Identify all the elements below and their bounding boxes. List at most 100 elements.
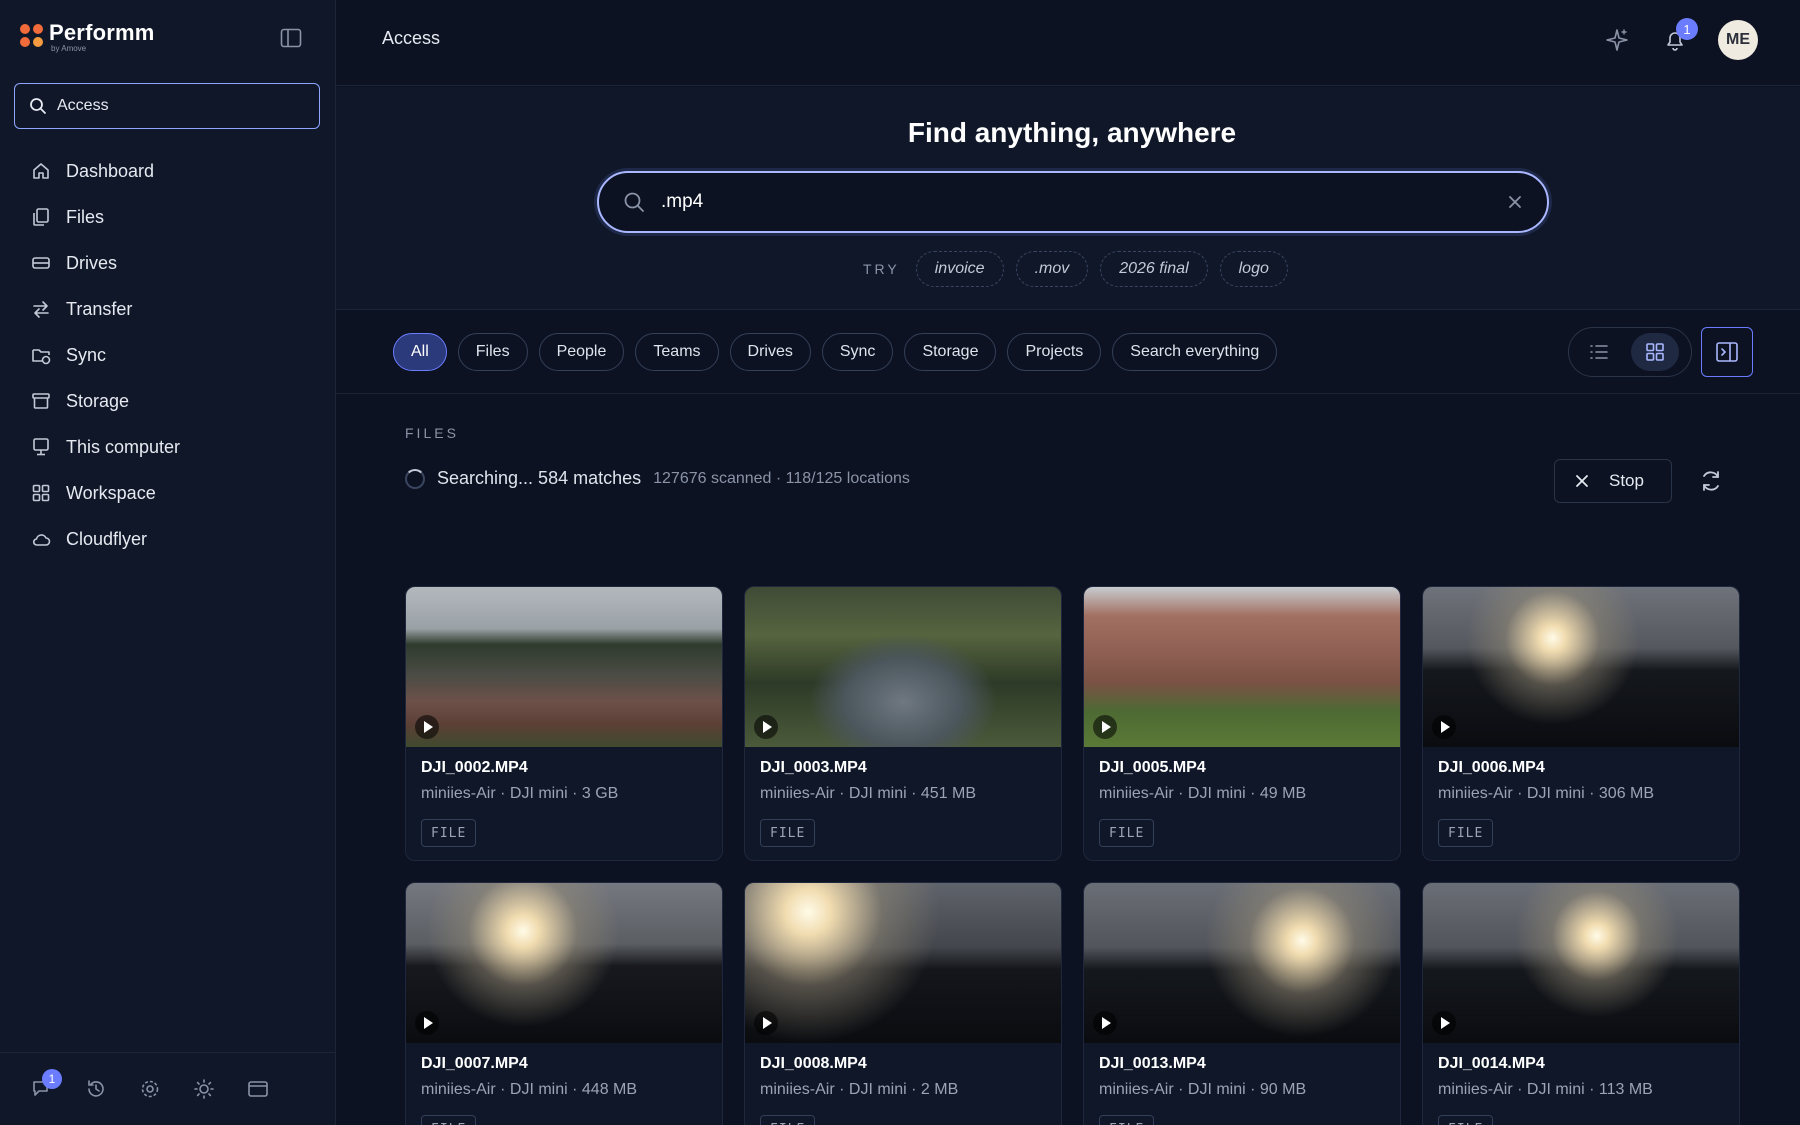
top-bar: Access 1 ME [336, 0, 1800, 86]
sidebar-item-transfer[interactable]: Transfer [14, 286, 320, 332]
filter-pill-people[interactable]: People [538, 333, 625, 371]
sidebar-search-input[interactable] [57, 97, 297, 115]
sidebar-item-cloudflyer[interactable]: Cloudflyer [14, 516, 320, 562]
video-thumbnail [1084, 587, 1400, 747]
sync-folder-icon [30, 344, 52, 366]
files-section-label: FILES [405, 425, 459, 441]
sidebar-item-files[interactable]: Files [14, 194, 320, 240]
sidebar-item-drives[interactable]: Drives [14, 240, 320, 286]
transfer-icon [30, 298, 52, 320]
try-label: TRY [863, 261, 900, 277]
sidebar-item-storage[interactable]: Storage [14, 378, 320, 424]
filter-pill-teams[interactable]: Teams [635, 333, 719, 371]
cloud-icon [30, 528, 52, 550]
sidebar-item-label: Files [66, 206, 105, 227]
play-icon[interactable] [1093, 1011, 1117, 1035]
search-icon [30, 98, 46, 114]
search-suggestions: TRY invoice .mov 2026 final logo [863, 251, 1288, 287]
suggestion-chip[interactable]: invoice [915, 251, 1004, 287]
file-name: DJI_0008.MP4 [760, 1055, 867, 1072]
sidebar-item-label: Storage [66, 390, 130, 411]
suggestion-chip[interactable]: .mov [1015, 251, 1089, 287]
grid-view-icon[interactable] [1631, 333, 1679, 371]
performm-logo-icon [20, 24, 44, 50]
play-icon[interactable] [1432, 715, 1456, 739]
details-panel-icon[interactable] [1701, 327, 1753, 377]
sidebar-item-label: Drives [66, 252, 118, 273]
play-icon[interactable] [415, 715, 439, 739]
sidebar-item-sync[interactable]: Sync [14, 332, 320, 378]
play-icon[interactable] [415, 1011, 439, 1035]
play-icon[interactable] [754, 1011, 778, 1035]
files-icon [30, 206, 52, 228]
file-meta: miniies-Air · DJI mini · 90 MB [1099, 1081, 1307, 1098]
search-status: Searching... 584 matches 127676 scanned … [405, 468, 910, 489]
app-logo[interactable]: Performm by Amove [20, 22, 155, 53]
video-thumbnail [745, 587, 1061, 747]
video-thumbnail [1423, 587, 1739, 747]
search-status-text: Searching... 584 matches [437, 468, 642, 488]
filter-pill-sync[interactable]: Sync [821, 333, 894, 371]
filter-pill-files[interactable]: Files [457, 333, 528, 371]
refresh-icon[interactable] [1698, 468, 1724, 494]
file-card[interactable]: DJI_0005.MP4 miniies-Air · DJI mini · 49… [1083, 586, 1401, 861]
settings-gear-icon[interactable] [138, 1077, 162, 1101]
chat-badge: 1 [42, 1069, 62, 1089]
file-card[interactable]: DJI_0007.MP4 miniies-Air · DJI mini · 44… [405, 882, 723, 1125]
sidebar-toggle-icon[interactable] [279, 27, 303, 49]
sidebar-item-label: Workspace [66, 482, 156, 503]
file-meta: miniies-Air · DJI mini · 113 MB [1438, 1081, 1653, 1098]
video-thumbnail [1084, 883, 1400, 1043]
filter-pill-storage[interactable]: Storage [904, 333, 997, 371]
file-meta: miniies-Air · DJI mini · 2 MB [760, 1081, 959, 1098]
file-card[interactable]: DJI_0002.MP4 miniies-Air · DJI mini · 3 … [405, 586, 723, 861]
chat-icon[interactable]: 1 [30, 1069, 62, 1101]
stop-search-button[interactable]: Stop [1554, 459, 1672, 503]
avatar[interactable]: ME [1718, 20, 1758, 60]
global-search-input[interactable] [661, 191, 1481, 213]
filter-pills: All Files People Teams Drives Sync Stora… [393, 333, 1278, 371]
suggestion-chip[interactable]: 2026 final [1100, 251, 1208, 287]
sidebar-item-label: This computer [66, 436, 181, 457]
play-icon[interactable] [754, 715, 778, 739]
ai-sparkle-icon[interactable] [1604, 27, 1630, 53]
filter-pill-all[interactable]: All [393, 333, 447, 371]
sidebar-search-field[interactable] [14, 83, 320, 129]
file-card[interactable]: DJI_0013.MP4 miniies-Air · DJI mini · 90… [1083, 882, 1401, 1125]
video-thumbnail [406, 883, 722, 1043]
file-card[interactable]: DJI_0003.MP4 miniies-Air · DJI mini · 45… [744, 586, 1062, 861]
sidebar-item-label: Dashboard [66, 160, 155, 181]
file-name: DJI_0003.MP4 [760, 759, 867, 776]
file-type-badge: FILE [1099, 819, 1155, 847]
sidebar-item-dashboard[interactable]: Dashboard [14, 148, 320, 194]
clear-search-icon[interactable] [1505, 192, 1525, 212]
window-icon[interactable] [246, 1077, 270, 1101]
theme-sun-icon[interactable] [192, 1077, 216, 1101]
file-card[interactable]: DJI_0014.MP4 miniies-Air · DJI mini · 11… [1422, 882, 1740, 1125]
filter-pill-projects[interactable]: Projects [1007, 333, 1102, 371]
notification-badge: 1 [1676, 18, 1698, 40]
file-card[interactable]: DJI_0008.MP4 miniies-Air · DJI mini · 2 … [744, 882, 1062, 1125]
sidebar-footer: 1 [0, 1052, 336, 1125]
suggestion-chip[interactable]: logo [1219, 251, 1288, 287]
sidebar-item-workspace[interactable]: Workspace [14, 470, 320, 516]
list-view-icon[interactable] [1575, 333, 1623, 371]
file-card[interactable]: DJI_0006.MP4 miniies-Air · DJI mini · 30… [1422, 586, 1740, 861]
sidebar-item-this-computer[interactable]: This computer [14, 424, 320, 470]
video-thumbnail [406, 587, 722, 747]
play-icon[interactable] [1093, 715, 1117, 739]
storage-icon [30, 390, 52, 412]
computer-icon [30, 436, 52, 458]
home-icon [30, 160, 52, 182]
file-name: DJI_0005.MP4 [1099, 759, 1206, 776]
file-type-badge: FILE [760, 819, 816, 847]
history-icon[interactable] [84, 1077, 108, 1101]
close-icon [1576, 475, 1588, 487]
play-icon[interactable] [1432, 1011, 1456, 1035]
file-meta: miniies-Air · DJI mini · 451 MB [760, 785, 977, 802]
sidebar: Performm by Amove Dashboard Files Drives… [0, 0, 336, 1125]
filter-pill-drives[interactable]: Drives [729, 333, 811, 371]
file-type-badge: FILE [1438, 819, 1494, 847]
global-search-field[interactable] [597, 171, 1549, 233]
filter-pill-search-everything[interactable]: Search everything [1112, 333, 1278, 371]
